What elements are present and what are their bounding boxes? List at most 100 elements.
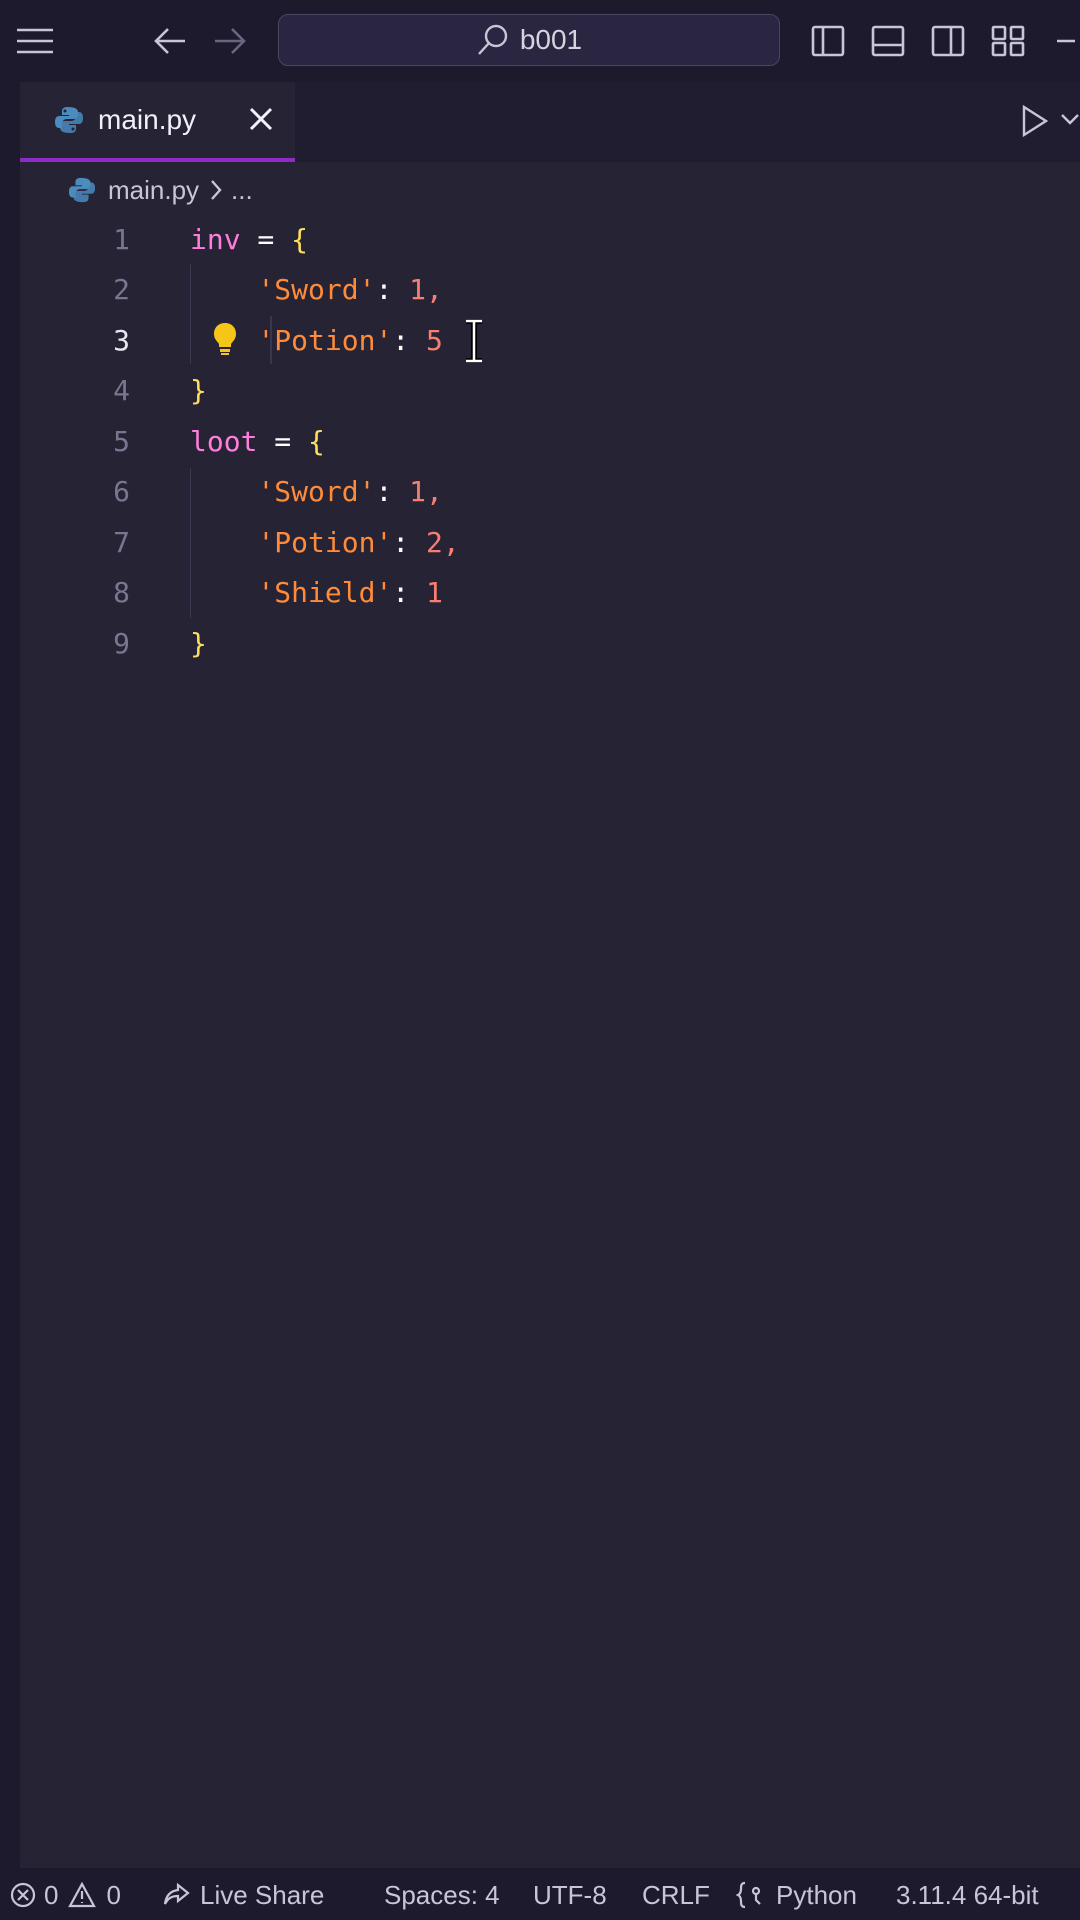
code-token: 2,	[426, 525, 460, 559]
tab-bar: main.py	[20, 82, 1080, 162]
line-number: 6	[113, 475, 130, 508]
warning-icon	[68, 1882, 97, 1908]
toggle-panel-icon[interactable]	[870, 16, 906, 66]
spaces-label: Spaces: 4	[384, 1879, 500, 1910]
toggle-primary-sidebar-icon[interactable]	[810, 16, 846, 66]
code-editor[interactable]: 1 inv = {2 'Sword': 1, 3 'Potion': 5 4} 5 loo…	[20, 214, 1080, 1864]
code-text: }	[190, 374, 207, 407]
code-token: :	[375, 475, 410, 508]
code-token: inv	[190, 222, 241, 256]
code-token: 5	[426, 323, 443, 357]
code-line[interactable]: 1 inv = {	[20, 214, 1080, 264]
code-token: :	[392, 323, 427, 357]
code-token: 1,	[409, 475, 443, 508]
chevron-down-icon[interactable]	[1060, 112, 1080, 126]
search-icon	[476, 23, 510, 57]
code-token: loot	[190, 424, 258, 458]
code-line[interactable]: 5 loot = {	[20, 416, 1080, 466]
editor-window: b001 main.py main.py ... 1 inv = {2 'Sw…	[0, 0, 1080, 1920]
customize-layout-icon[interactable]	[990, 16, 1026, 66]
python-icon	[54, 105, 84, 135]
breadcrumb: main.py ...	[68, 172, 253, 208]
title-bar: b001	[0, 0, 1080, 82]
warning-count: 0	[106, 1879, 121, 1910]
language-mode-indicator[interactable]: Python	[736, 1878, 857, 1912]
code-token: 'Shield'	[257, 576, 393, 609]
code-token: 'Potion'	[257, 525, 393, 559]
encoding-indicator[interactable]: UTF-8	[533, 1878, 607, 1912]
code-line[interactable]: 9}	[20, 618, 1080, 668]
text-cursor-icon	[462, 319, 486, 363]
code-line[interactable]: 2 'Sword': 1,	[20, 265, 1080, 315]
code-line[interactable]: 8 'Shield': 1	[20, 568, 1080, 618]
python-icon	[68, 176, 96, 204]
code-token: =	[240, 222, 292, 256]
live-share-button[interactable]: Live Share	[162, 1878, 324, 1912]
back-arrow-icon[interactable]	[150, 16, 190, 66]
eol-indicator[interactable]: CRLF	[642, 1878, 710, 1912]
code-text: }	[190, 627, 207, 660]
code-line[interactable]: 7 'Potion': 2,	[20, 517, 1080, 567]
code-token: :	[392, 525, 427, 559]
search-text: b001	[519, 24, 583, 55]
tab-main-py[interactable]: main.py	[20, 82, 295, 162]
forward-arrow-icon[interactable]	[210, 16, 250, 66]
code-token: {	[308, 424, 325, 458]
problems-indicator[interactable]: 0 0	[10, 1878, 121, 1912]
line-number: 2	[113, 273, 130, 306]
code-text: 'Sword': 1,	[190, 475, 443, 508]
eol-label: CRLF	[642, 1879, 710, 1910]
current-line-highlight	[270, 316, 272, 364]
status-bar: 0 0 Live Share Spaces: 4 UTF-8 CRLF Pyth…	[0, 1868, 1080, 1920]
indentation-indicator[interactable]: Spaces: 4	[384, 1878, 500, 1912]
code-token: 'Sword'	[257, 475, 376, 508]
close-icon[interactable]	[248, 106, 274, 132]
code-line[interactable]: 3 'Potion': 5	[20, 315, 1080, 365]
code-text: 'Potion': 2,	[190, 525, 460, 559]
code-line[interactable]: 4}	[20, 366, 1080, 416]
code-token: }	[190, 626, 207, 660]
code-token: :	[392, 576, 427, 609]
command-center-search[interactable]: b001	[278, 14, 780, 66]
line-number: 9	[113, 626, 130, 660]
live-share-label: Live Share	[200, 1879, 325, 1910]
breadcrumb-file[interactable]: main.py	[108, 175, 199, 206]
error-icon	[10, 1882, 36, 1908]
chevron-right-icon	[209, 178, 223, 202]
code-line[interactable]: 6 'Sword': 1,	[20, 467, 1080, 517]
tab-label: main.py	[98, 104, 197, 135]
lightbulb-icon[interactable]	[212, 321, 238, 357]
code-text: 'Shield': 1	[190, 576, 442, 609]
code-token: }	[190, 374, 207, 407]
live-share-icon	[162, 1881, 192, 1909]
code-token: =	[257, 424, 309, 458]
line-number: 5	[113, 424, 130, 458]
breadcrumb-symbol[interactable]: ...	[231, 175, 253, 206]
code-token: :	[375, 273, 410, 306]
code-text: 'Sword': 1,	[190, 273, 443, 306]
interpreter-label: 3.11.4 64-bit	[896, 1879, 1039, 1910]
code-token: 'Potion'	[257, 323, 393, 357]
code-token: {	[291, 222, 309, 256]
code-text: loot = {	[190, 425, 325, 458]
code-token: 1,	[409, 273, 443, 306]
minimize-icon[interactable]	[1054, 16, 1078, 66]
run-python-file-icon[interactable]	[1020, 104, 1050, 138]
interpreter-indicator[interactable]: 3.11.4 64-bit	[896, 1878, 1039, 1912]
line-number: 8	[113, 576, 130, 609]
line-number: 3	[113, 323, 130, 357]
code-text: inv = {	[190, 223, 308, 256]
left-edge	[0, 82, 20, 1872]
line-number: 7	[113, 525, 130, 559]
toggle-secondary-sidebar-icon[interactable]	[930, 16, 966, 66]
menu-icon[interactable]	[14, 16, 56, 66]
line-number: 1	[113, 222, 130, 256]
line-number: 4	[113, 374, 130, 407]
error-count: 0	[44, 1879, 59, 1910]
code-token: 'Sword'	[257, 273, 376, 306]
language-label: Python	[776, 1879, 857, 1910]
